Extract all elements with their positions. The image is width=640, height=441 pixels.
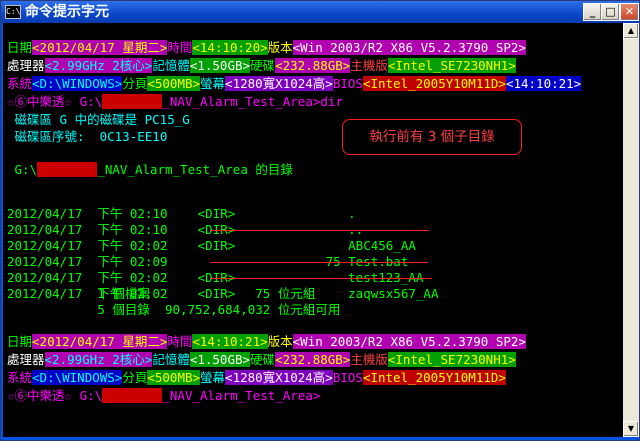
volume-serial-line: 磁碟區序號: 0C13-EE10 (14, 129, 168, 144)
status-line-date: 日期<2012/04/17 星期二>時間<14:10:20>版本<Win 200… (7, 40, 526, 55)
dir-entry-date: 2012/04/17 (7, 238, 83, 253)
annotation-underline (210, 278, 432, 279)
dir-entry-date: 2012/04/17 (7, 270, 83, 285)
dir-entry-name: zaqwsx567_AA (348, 286, 439, 301)
dir-entry-type: <DIR> (197, 238, 236, 253)
status-line-date: 日期<2012/04/17 星期二>時間<14:10:21>版本<Win 200… (7, 334, 526, 349)
console-output[interactable]: 日期<2012/04/17 星期二>時間<14:10:20>版本<Win 200… (3, 23, 623, 437)
minimize-button[interactable]: _ (583, 3, 602, 21)
volume-label-line: 磁碟區 G 中的磁碟是 PC15_G (14, 112, 190, 127)
status-line-system: 系統<D:\WINDOWS>分頁<500MB>螢幕<1280寬X1024高>BI… (7, 370, 506, 385)
redacted-text: XXXXXXXX (102, 94, 163, 109)
vertical-scrollbar[interactable]: ▲ ▼ (623, 23, 639, 437)
dir-entry-name: ABC456_AA (348, 238, 416, 253)
status-line-cpu: 處理器<2.99GHz 2核心>記憶體<1.50GB>硬碟<232.88GB>主… (7, 58, 516, 73)
summary-dirs-line: 5 個目錄 90,752,684,032 位元組可用 (97, 302, 341, 317)
scroll-up-icon[interactable]: ▲ (623, 23, 639, 39)
dir-header-line: G:\XXXXXXXX_NAV_Alarm_Test_Area 的目錄 (14, 162, 293, 177)
window-title: 命令提示字元 (25, 4, 109, 20)
redacted-text: XXXXXXXX (102, 388, 163, 403)
status-line-system: 系統<D:\WINDOWS>分頁<500MB>螢幕<1280寬X1024高>BI… (7, 76, 582, 91)
dir-entry-ampm: 下午 (97, 254, 123, 269)
console-window: C:\ 命令提示字元 _ □ ✕ 日期<2012/04/17 星期二>時間<14… (0, 0, 640, 441)
prompt-line: ☆⑥中樂透☆ G:\XXXXXXXX_NAV_Alarm_Test_Area>d… (7, 94, 343, 109)
maximize-button[interactable]: □ (601, 3, 620, 21)
redacted-text: XXXXXXXX (37, 162, 98, 177)
dir-entry-time: 02:10 (129, 206, 168, 221)
dir-entry-ampm: 下午 (97, 206, 123, 221)
dir-entry-ampm: 下午 (97, 270, 123, 285)
dir-entry-date: 2012/04/17 (7, 222, 83, 237)
cmd-icon[interactable]: C:\ (5, 5, 21, 19)
dir-entry-date: 2012/04/17 (7, 254, 83, 269)
title-bar[interactable]: C:\ 命令提示字元 _ □ ✕ (1, 1, 639, 23)
dir-entry-time: 02:10 (129, 222, 168, 237)
dir-entry-name: . (348, 206, 356, 221)
dir-entry-ampm: 下午 (97, 238, 123, 253)
annotation-callout: 執行前有 3 個子目錄 (342, 119, 522, 155)
dir-entry-time: 02:02 (129, 270, 168, 285)
dir-entry-time: 02:09 (129, 254, 168, 269)
scroll-down-icon[interactable]: ▼ (623, 421, 639, 437)
dir-entry-time: 02:02 (129, 238, 168, 253)
prompt-line[interactable]: ☆⑥中樂透☆ G:\XXXXXXXX_NAV_Alarm_Test_Area> (7, 387, 320, 405)
dir-entry-type: <DIR> (197, 206, 236, 221)
close-button[interactable]: ✕ (620, 3, 639, 21)
annotation-underline (210, 262, 428, 263)
status-line-cpu: 處理器<2.99GHz 2核心>記憶體<1.50GB>硬碟<232.88GB>主… (7, 352, 516, 367)
dir-entry-date: 2012/04/17 (7, 206, 83, 221)
annotation-underline (210, 230, 429, 231)
dir-entry-ampm: 下午 (97, 222, 123, 237)
